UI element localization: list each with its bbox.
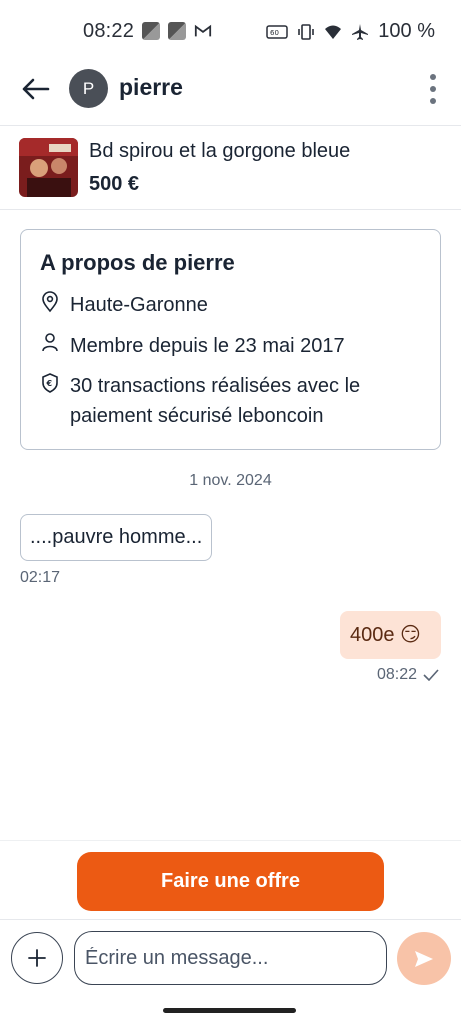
chat-header: P pierre xyxy=(0,64,461,126)
more-vertical-icon[interactable] xyxy=(427,72,439,106)
message-status: 08:22 xyxy=(377,666,439,684)
outgoing-message[interactable]: 400e 😏 xyxy=(340,611,441,659)
avatar[interactable]: P xyxy=(69,69,108,108)
message-time: 08:22 xyxy=(376,666,417,683)
status-bar: 08:22 60 100 % xyxy=(0,0,461,64)
offer-area: Faire une offre xyxy=(0,840,461,920)
about-seller-card: A propos de pierre Haute-Garonne Membre … xyxy=(20,229,441,450)
hd-call-icon: 60 xyxy=(266,24,289,39)
message-time: 02:17 xyxy=(20,569,61,586)
listing-title: Bd spirou et la gorgone bleue xyxy=(89,140,351,162)
notification-icon xyxy=(168,22,186,40)
incoming-message[interactable]: ....pauvre homme... xyxy=(20,514,213,561)
airplane-icon xyxy=(352,23,369,40)
about-member-since: Membre depuis le 23 mai 2017 xyxy=(70,335,345,357)
listing-summary[interactable]: Bd spirou et la gorgone bleue 500 € xyxy=(0,127,461,210)
send-button[interactable] xyxy=(397,932,451,985)
about-location-row: Haute-Garonne xyxy=(40,290,420,320)
gmail-icon xyxy=(194,24,212,37)
home-indicator[interactable] xyxy=(163,1008,296,1013)
send-icon xyxy=(415,950,433,967)
about-member-row: Membre depuis le 23 mai 2017 xyxy=(40,331,420,361)
contact-name[interactable]: pierre xyxy=(119,74,183,101)
vibrate-icon xyxy=(298,23,315,40)
battery-level: 100 % xyxy=(378,20,435,42)
location-pin-icon xyxy=(42,291,58,313)
notification-icon xyxy=(142,22,160,40)
secure-payment-icon: € xyxy=(42,373,58,393)
plus-icon xyxy=(28,949,46,967)
wifi-icon xyxy=(325,25,342,39)
svg-text:60: 60 xyxy=(270,29,279,37)
about-location: Haute-Garonne xyxy=(70,294,208,316)
status-time: 08:22 xyxy=(83,20,135,42)
attach-button[interactable] xyxy=(11,932,63,984)
date-separator: 1 nov. 2024 xyxy=(189,472,272,489)
about-transactions: 30 transactions réalisées avec le paieme… xyxy=(70,375,361,427)
check-icon xyxy=(423,669,439,681)
listing-thumbnail xyxy=(19,138,78,197)
listing-price: 500 € xyxy=(89,173,140,195)
person-icon xyxy=(42,333,58,352)
about-title: A propos de pierre xyxy=(40,250,235,275)
message-input[interactable] xyxy=(74,931,387,985)
back-arrow-icon[interactable] xyxy=(18,74,52,104)
svg-text:€: € xyxy=(46,379,53,388)
make-offer-button[interactable]: Faire une offre xyxy=(77,852,384,911)
about-transactions-row: € 30 transactions réalisées avec le paie… xyxy=(40,371,420,431)
